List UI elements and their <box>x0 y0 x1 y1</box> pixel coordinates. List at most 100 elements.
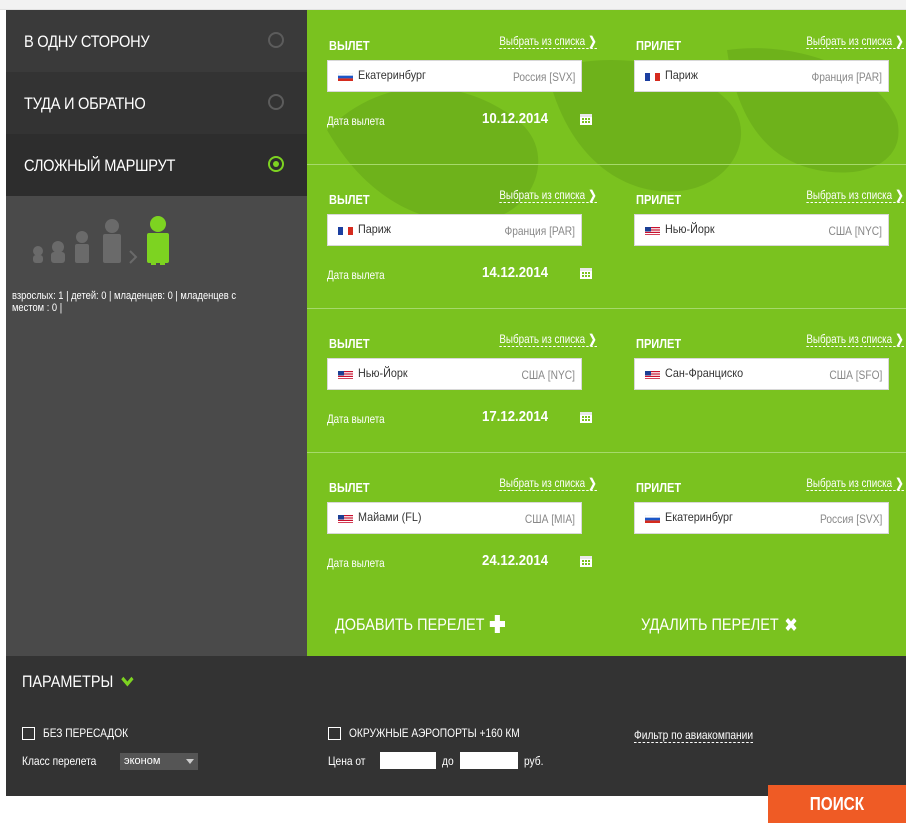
pick-from-list-link[interactable]: Выбрать из списка ❯ <box>499 34 597 49</box>
flight-segments-panel: ВЫЛЕТ Выбрать из списка ❯ Екатеринбург Ро… <box>307 10 906 656</box>
departure-title: ВЫЛЕТ <box>329 480 370 495</box>
pick-from-list-link[interactable]: Выбрать из списка ❯ <box>806 34 904 49</box>
parameters-title: ПАРАМЕТРЫ <box>22 672 114 691</box>
city-name: Екатеринбург <box>358 68 426 82</box>
usa-flag-icon <box>338 515 353 523</box>
price-from-label: Цена от <box>328 754 366 768</box>
city-name: Париж <box>358 222 392 236</box>
flight-segment: ВЫЛЕТ Выбрать из списка ❯ Нью-Йорк США [N… <box>307 308 906 445</box>
departure-date-value[interactable]: 24.12.2014 <box>482 552 548 569</box>
nearby-airports-checkbox[interactable]: ОКРУЖНЫЕ АЭРОПОРТЫ +160 КМ <box>328 726 550 740</box>
checkbox-box[interactable] <box>328 726 341 740</box>
calendar-icon[interactable] <box>579 554 593 568</box>
usa-flag-icon <box>338 371 353 379</box>
arrival-city-input[interactable]: Екатеринбург Россия [SVX] <box>634 502 889 534</box>
france-flag-icon <box>645 73 660 81</box>
page-background <box>0 796 768 823</box>
departure-date-label: Дата вылета <box>327 268 385 282</box>
arrival-city-input[interactable]: Париж Франция [PAR] <box>634 60 889 92</box>
trip-type-label: СЛОЖНЫЙ МАРШРУТ <box>24 156 176 175</box>
trip-type-panel: В ОДНУ СТОРОНУ ТУДА И ОБРАТНО СЛОЖНЫЙ МА… <box>6 10 307 656</box>
pick-from-list-link[interactable]: Выбрать из списка ❯ <box>499 476 597 491</box>
child-icon <box>75 231 89 263</box>
class-select-value: эконом <box>124 755 161 767</box>
country-code: Россия [SVX] <box>819 512 882 526</box>
class-label: Класс перелета <box>22 754 97 768</box>
airline-filter-link[interactable]: Фильтр по авиакомпании <box>634 728 754 743</box>
departure-date-value[interactable]: 10.12.2014 <box>482 110 548 127</box>
price-to-label: до <box>442 754 454 768</box>
departure-date-value[interactable]: 14.12.2014 <box>482 264 548 281</box>
departure-title: ВЫЛЕТ <box>329 38 370 53</box>
radio-button[interactable] <box>268 94 284 110</box>
arrival-title: ПРИЛЕТ <box>636 480 682 495</box>
arrival-city-input[interactable]: Нью-Йорк США [NYC] <box>634 214 889 246</box>
departure-city-input[interactable]: Майами (FL) США [MIA] <box>327 502 582 534</box>
city-name: Нью-Йорк <box>665 222 715 236</box>
usa-flag-icon <box>645 371 660 379</box>
parameters-toggle[interactable]: ПАРАМЕТРЫ <box>22 672 134 692</box>
country-code: США [NYC] <box>521 368 575 382</box>
arrival-title: ПРИЛЕТ <box>636 192 682 207</box>
pick-from-list-link[interactable]: Выбрать из списка ❯ <box>806 476 904 491</box>
arrival-column: ПРИЛЕТ Выбрать из списка ❯ Париж Франция … <box>634 10 904 147</box>
pick-from-list-label: Выбрать из списка <box>499 332 586 346</box>
checkbox-box[interactable] <box>22 726 35 740</box>
arrival-city-input[interactable]: Сан-Франциско США [SFO] <box>634 358 889 390</box>
arrival-column: ПРИЛЕТ Выбрать из списка ❯ Сан-Франциско … <box>634 308 904 445</box>
infant-seat-icon <box>51 241 65 263</box>
arrival-title: ПРИЛЕТ <box>636 336 682 351</box>
pick-from-list-link[interactable]: Выбрать из списка ❯ <box>806 188 904 203</box>
pick-from-list-label: Выбрать из списка <box>806 332 893 346</box>
pick-from-list-link[interactable]: Выбрать из списка ❯ <box>499 332 597 347</box>
parameters-panel: ПАРАМЕТРЫ БЕЗ ПЕРЕСАДОК Класс перелета э… <box>6 656 906 796</box>
pick-from-list-label: Выбрать из списка <box>499 476 586 490</box>
class-select[interactable]: эконом <box>120 753 198 770</box>
radio-button-selected[interactable] <box>268 156 284 172</box>
add-flight-button[interactable]: ДОБАВИТЬ ПЕРЕЛЕТ <box>335 615 505 635</box>
price-from-input[interactable] <box>380 752 436 769</box>
passenger-icons[interactable] <box>30 215 190 265</box>
remove-flight-label: УДАЛИТЬ ПЕРЕЛЕТ <box>641 615 779 634</box>
usa-flag-icon <box>645 227 660 235</box>
country-code: Россия [SVX] <box>512 70 575 84</box>
france-flag-icon <box>338 227 353 235</box>
city-name: Сан-Франциско <box>665 366 744 380</box>
trip-type-label: В ОДНУ СТОРОНУ <box>24 32 150 51</box>
calendar-icon[interactable] <box>579 112 593 126</box>
pick-from-list-link[interactable]: Выбрать из списка ❯ <box>806 332 904 347</box>
departure-date-label: Дата вылета <box>327 556 385 570</box>
add-flight-label: ДОБАВИТЬ ПЕРЕЛЕТ <box>335 615 485 634</box>
arrival-title: ПРИЛЕТ <box>636 38 682 53</box>
nonstop-checkbox[interactable]: БЕЗ ПЕРЕСАДОК <box>22 726 143 740</box>
chevron-down-icon: ❯ <box>895 34 904 48</box>
flight-segment: ВЫЛЕТ Выбрать из списка ❯ Париж Франция [… <box>307 164 906 301</box>
remove-flight-button[interactable]: УДАЛИТЬ ПЕРЕЛЕТ <box>641 615 798 635</box>
plus-icon <box>489 615 505 633</box>
trip-type-multi-city[interactable]: СЛОЖНЫЙ МАРШРУТ <box>6 134 307 196</box>
close-icon <box>785 618 797 631</box>
pick-from-list-label: Выбрать из списка <box>499 188 586 202</box>
pick-from-list-link[interactable]: Выбрать из списка ❯ <box>499 188 597 203</box>
departure-column: ВЫЛЕТ Выбрать из списка ❯ Екатеринбург Ро… <box>327 10 597 147</box>
departure-city-input[interactable]: Екатеринбург Россия [SVX] <box>327 60 582 92</box>
departure-date-value[interactable]: 17.12.2014 <box>482 408 548 425</box>
city-name: Екатеринбург <box>665 510 733 524</box>
search-button[interactable]: ПОИСК <box>768 785 906 823</box>
calendar-icon[interactable] <box>579 410 593 424</box>
chevron-down-icon: ❯ <box>895 188 904 202</box>
price-to-input[interactable] <box>460 752 518 769</box>
chevron-down-icon: ❯ <box>588 476 597 490</box>
nearby-airports-label: ОКРУЖНЫЕ АЭРОПОРТЫ +160 КМ <box>349 726 520 740</box>
trip-type-round-trip[interactable]: ТУДА И ОБРАТНО <box>6 72 307 134</box>
departure-date-label: Дата вылета <box>327 114 385 128</box>
chevron-down-icon: ❯ <box>895 332 904 346</box>
chevron-down-icon <box>121 676 134 687</box>
departure-city-input[interactable]: Нью-Йорк США [NYC] <box>327 358 582 390</box>
departure-city-input[interactable]: Париж Франция [PAR] <box>327 214 582 246</box>
calendar-icon[interactable] <box>579 266 593 280</box>
radio-button[interactable] <box>268 32 284 48</box>
trip-type-one-way[interactable]: В ОДНУ СТОРОНУ <box>6 10 307 72</box>
departure-title: ВЫЛЕТ <box>329 192 370 207</box>
chevron-down-icon: ❯ <box>588 34 597 48</box>
